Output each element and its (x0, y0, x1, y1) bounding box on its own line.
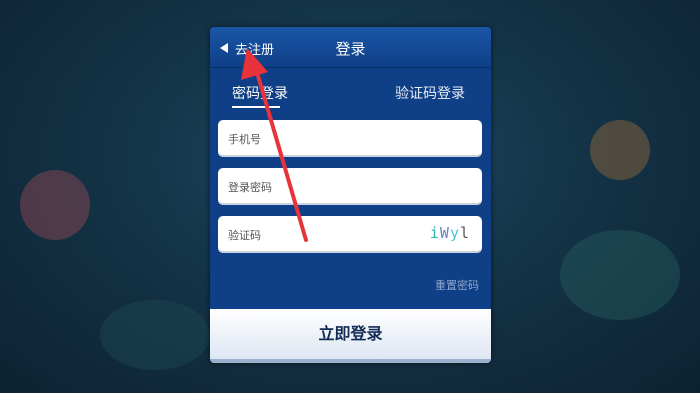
captcha-char: i (429, 224, 440, 242)
background-leaf (560, 230, 680, 320)
password-placeholder: 登录密码 (228, 181, 272, 194)
login-panel: 去注册 登录 密码登录 验证码登录 手机号 登录密码 验证码 iWyl 重置密码… (210, 27, 491, 363)
reset-password-link[interactable]: 重置密码 (435, 277, 479, 293)
captcha-field[interactable]: 验证码 iWyl (218, 216, 482, 253)
active-tab-underline (232, 106, 280, 108)
captcha-placeholder: 验证码 (228, 229, 261, 242)
background-plant (590, 120, 650, 180)
background-plant (20, 170, 90, 240)
login-button[interactable]: 立即登录 (210, 309, 491, 363)
captcha-char: l (459, 224, 470, 242)
password-field[interactable]: 登录密码 (218, 168, 482, 205)
phone-placeholder: 手机号 (228, 133, 261, 146)
tab-password-login[interactable]: 密码登录 (232, 83, 288, 103)
captcha-char: y (449, 224, 460, 242)
page-title: 登录 (335, 40, 366, 58)
background-leaf (100, 300, 210, 370)
captcha-char: W (439, 224, 450, 242)
captcha-image[interactable]: iWyl (430, 224, 470, 242)
phone-field[interactable]: 手机号 (218, 120, 482, 157)
panel-header: 去注册 登录 (210, 27, 491, 68)
tab-code-login[interactable]: 验证码登录 (395, 83, 465, 103)
